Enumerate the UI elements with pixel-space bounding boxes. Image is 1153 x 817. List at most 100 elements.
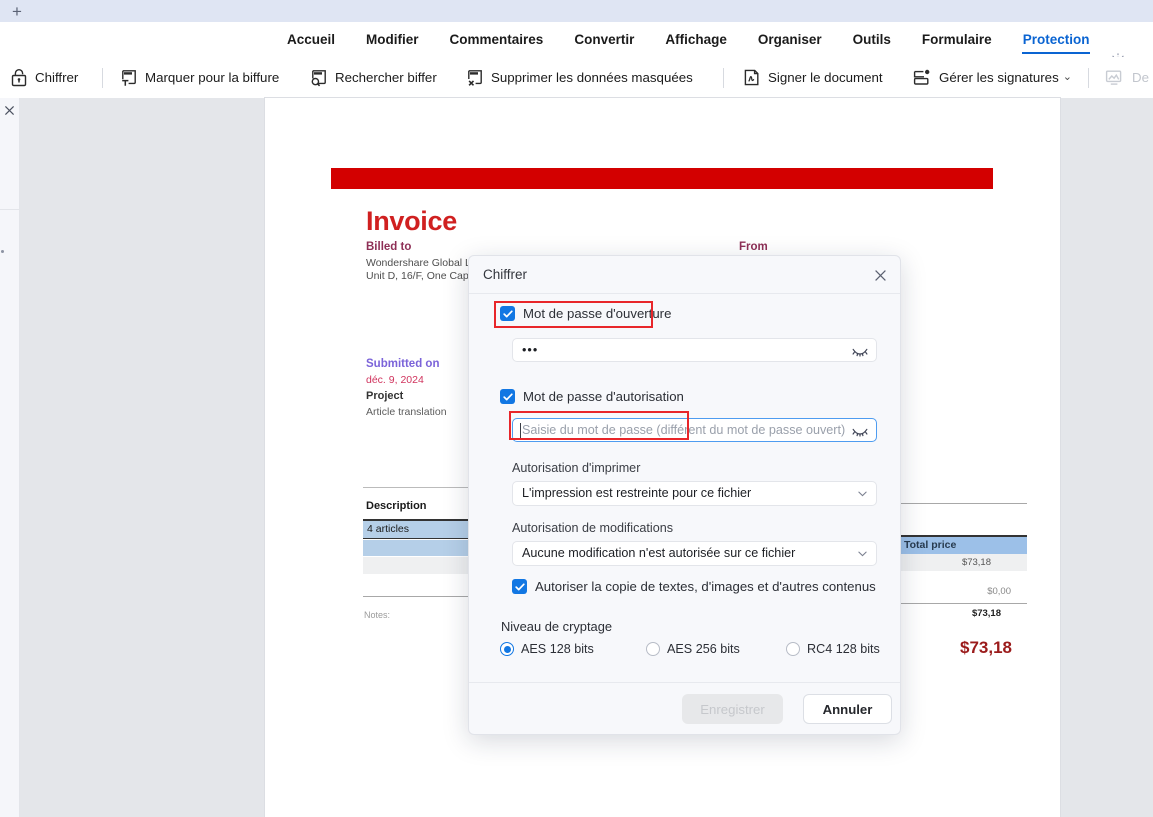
permission-password-checkbox-row[interactable]: Mot de passe d'autorisation — [500, 389, 684, 404]
invoice-line-total-value: $73,18 — [961, 557, 991, 568]
toolbar-marquer-biffure[interactable]: Marquer pour la biffure — [120, 57, 279, 98]
invoice-project-value: Article translation — [366, 406, 447, 418]
encryption-option-aes128[interactable]: AES 128 bits — [500, 642, 594, 656]
invoice-from-label: From — [739, 241, 768, 253]
radio-rc4128[interactable] — [786, 642, 800, 656]
open-password-checkbox-label: Mot de passe d'ouverture — [523, 306, 672, 321]
menu-tab-convertir[interactable]: Convertir — [573, 22, 635, 57]
chevron-down-icon[interactable] — [858, 491, 867, 497]
chevron-down-icon[interactable]: ⌄ — [1063, 72, 1072, 83]
toolbar-gerer-signatures[interactable]: Gérer les signatures ⌄ — [912, 57, 1072, 98]
toolbar-chiffrer[interactable]: Chiffrer — [10, 57, 78, 98]
radio-aes128[interactable] — [500, 642, 514, 656]
invoice-tax-total-value: $0,00 — [987, 586, 1011, 597]
menu-tab-affichage[interactable]: Affichage — [664, 22, 728, 57]
protection-toolbar: Chiffrer Marquer pour la biffure Recherc… — [0, 57, 1153, 156]
toolbar-supprimer-donnees-masquees-label: Supprimer les données masquées — [491, 69, 693, 85]
invoice-submitted-on-value: déc. 9, 2024 — [366, 374, 424, 386]
invoice-total-price-header-label: Total price — [904, 539, 957, 551]
open-password-checkbox-row[interactable]: Mot de passe d'ouverture — [500, 306, 671, 321]
invoice-total-price-header: Total price — [895, 537, 1027, 554]
search-redact-icon — [310, 68, 328, 87]
invoice-project-label: Project — [366, 390, 404, 402]
permission-password-checkbox-label: Mot de passe d'autorisation — [523, 389, 684, 404]
menu-tab-protection[interactable]: Protection — [1021, 22, 1091, 57]
dialog-footer: Enregistrer Annuler — [469, 682, 900, 734]
invoice-submitted-on-label: Submitted on — [366, 358, 440, 370]
dialog-body: Mot de passe d'ouverture ••• Mot de pass… — [469, 294, 900, 684]
radio-aes256[interactable] — [646, 642, 660, 656]
menu-tab-formulaire[interactable]: Formulaire — [921, 22, 993, 57]
close-icon[interactable] — [871, 266, 890, 285]
invoice-notes-label: Notes: — [364, 610, 391, 620]
toolbar-supprimer-donnees-masquees[interactable]: Supprimer les données masquées — [466, 57, 693, 98]
toolbar-chiffrer-label: Chiffrer — [35, 69, 79, 85]
permission-password-input[interactable]: Saisie du mot de passe (différent du mot… — [512, 418, 877, 442]
encrypt-dialog: Chiffrer Mot de passe d'ouverture ••• Mo… — [468, 255, 901, 735]
encryption-option-rc4128[interactable]: RC4 128 bits — [786, 642, 880, 656]
chevron-down-icon[interactable] — [858, 551, 867, 557]
allow-copy-checkbox-row[interactable]: Autoriser la copie de textes, d'images e… — [512, 579, 876, 594]
sidebar-divider — [0, 209, 20, 210]
print-permission-select[interactable]: L'impression est restreinte pour ce fich… — [512, 481, 877, 506]
left-sidebar-panel — [0, 98, 20, 817]
mark-redaction-icon — [120, 68, 138, 87]
toolbar-disabled-tool: De — [1104, 57, 1149, 98]
encryption-level-label: Niveau de cryptage — [501, 619, 613, 634]
toolbar-separator-2 — [723, 68, 724, 88]
close-panel-icon[interactable] — [2, 103, 17, 118]
manage-signatures-icon — [912, 68, 932, 87]
radio-rc4128-label: RC4 128 bits — [807, 642, 880, 656]
menu-tab-organiser[interactable]: Organiser — [757, 22, 823, 57]
invoice-tax-total-cell: $0,00 — [895, 586, 1027, 600]
app-window: + Accueil Modifier Commentaires Converti… — [0, 0, 1153, 817]
disabled-tool-icon — [1104, 68, 1125, 87]
toolbar-disabled-tool-label: De — [1132, 69, 1149, 85]
menu-tab-accueil[interactable]: Accueil — [286, 22, 336, 57]
sign-document-icon — [742, 68, 761, 87]
toolbar-rechercher-biffer[interactable]: Rechercher biffer — [310, 57, 437, 98]
allow-copy-checkbox-label: Autoriser la copie de textes, d'images e… — [535, 579, 876, 594]
invoice-line-total-cell: $73,18 — [895, 554, 1027, 571]
toolbar-separator-3 — [1088, 68, 1089, 88]
invoice-grand-total-value: $73,18 — [960, 638, 1012, 657]
open-password-input[interactable]: ••• — [512, 338, 877, 362]
toolbar-signer-document-label: Signer le document — [768, 69, 883, 85]
open-password-value: ••• — [522, 343, 539, 357]
encryption-option-aes256[interactable]: AES 256 bits — [646, 642, 740, 656]
invoice-description-header: Description — [366, 500, 427, 512]
edit-permission-label: Autorisation de modifications — [512, 521, 674, 535]
toolbar-marquer-biffure-label: Marquer pour la biffure — [145, 69, 280, 85]
save-button[interactable]: Enregistrer — [682, 694, 783, 724]
invoice-title: Invoice — [366, 206, 457, 236]
open-password-checkbox[interactable] — [500, 306, 515, 321]
menu-tab-outils[interactable]: Outils — [852, 22, 892, 57]
allow-copy-checkbox[interactable] — [512, 579, 527, 594]
permission-password-checkbox[interactable] — [500, 389, 515, 404]
invoice-header-bar — [331, 168, 993, 189]
new-tab-button[interactable]: + — [4, 0, 30, 22]
print-permission-label: Autorisation d'imprimer — [512, 461, 641, 475]
hide-password-icon[interactable] — [852, 344, 868, 358]
invoice-address-line-1: Wondershare Global L — [366, 257, 471, 269]
invoice-description-row-value: 4 articles — [367, 523, 410, 535]
menu-tab-commentaires[interactable]: Commentaires — [449, 22, 545, 57]
toolbar-separator-1 — [102, 68, 103, 88]
ribbon-menu-bar: Accueil Modifier Commentaires Convertir … — [0, 22, 1153, 69]
toolbar-rechercher-biffer-label: Rechercher biffer — [335, 69, 437, 85]
invoice-subtotal-value: $73,18 — [971, 608, 1001, 619]
invoice-billed-to-label: Billed to — [366, 241, 412, 253]
dialog-title: Chiffrer — [483, 267, 528, 282]
toolbar-signer-document[interactable]: Signer le document — [742, 57, 883, 98]
radio-aes256-label: AES 256 bits — [667, 642, 740, 656]
cancel-button[interactable]: Annuler — [803, 694, 892, 724]
menu-tab-modifier[interactable]: Modifier — [365, 22, 420, 57]
remove-hidden-data-icon — [466, 68, 484, 87]
edit-permission-select[interactable]: Aucune modification n'est autorisée sur … — [512, 541, 877, 566]
text-caret — [520, 423, 521, 439]
tab-strip: + — [0, 0, 1153, 22]
hide-password-icon[interactable] — [852, 424, 868, 438]
dialog-title-bar: Chiffrer — [469, 256, 900, 294]
toolbar-gerer-signatures-label: Gérer les signatures — [939, 69, 1059, 85]
print-permission-value: L'impression est restreinte pour ce fich… — [522, 486, 752, 500]
